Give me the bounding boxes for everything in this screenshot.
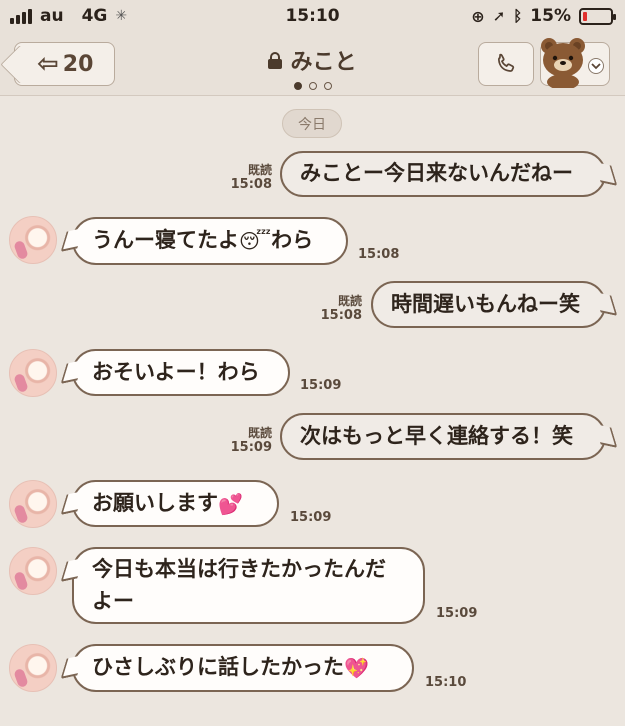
message-text: ひさしぶりに話したかった — [92, 655, 344, 680]
message-bubble-received[interactable]: 今日も本当は行きたかったんだよー — [72, 547, 425, 624]
message-text: 次はもっと早く連絡する！笑 — [300, 423, 573, 448]
rotation-lock-icon: ⊕ — [471, 6, 485, 26]
message-time: 15:09 — [436, 606, 478, 621]
chat-title[interactable]: みこと — [268, 44, 357, 76]
message-time: 15:08 — [358, 247, 400, 262]
phone-icon — [497, 53, 515, 72]
message-text: おそいよー！わら — [92, 359, 260, 384]
avatar[interactable] — [9, 547, 57, 595]
message-bubble-received[interactable]: うんー寝てたよ 😴 わら — [72, 217, 348, 265]
message-time: 15:09 — [300, 378, 342, 393]
date-separator: 今日 — [282, 109, 342, 138]
message-text: 今日も本当は行きたかったんだよー — [92, 557, 386, 613]
avatar[interactable] — [9, 216, 57, 264]
message-bubble-received[interactable]: お願いします 💕 — [72, 480, 279, 527]
avatar[interactable] — [9, 480, 57, 528]
read-receipt: 既読 — [247, 426, 272, 440]
page-dot — [323, 82, 332, 90]
message-text-after: わら — [271, 228, 314, 253]
bluetooth-icon: ᛒ — [513, 7, 523, 25]
status-bar: au 4G ✳ 15:10 ⊕ ➚ ᛒ 15% — [0, 0, 625, 34]
sleeping-face-emoji: 😴 — [239, 229, 272, 253]
message-time: 15:09 — [230, 440, 272, 456]
avatar[interactable] — [9, 644, 57, 692]
message-meta: 既読 15:08 — [228, 163, 272, 193]
chevron-down-icon — [588, 58, 604, 74]
message-time: 15:10 — [425, 675, 467, 690]
message-text: うんー寝てたよ — [92, 228, 239, 253]
lock-icon — [268, 52, 283, 69]
call-button[interactable] — [478, 42, 534, 86]
read-receipt: 既読 — [247, 163, 272, 177]
location-icon: ➚ — [492, 7, 506, 25]
message-bubble-sent[interactable]: 次はもっと早く連絡する！笑 — [280, 413, 606, 460]
message-time: 15:08 — [230, 177, 272, 193]
message-bubble-received[interactable]: おそいよー！わら — [72, 349, 290, 396]
message-meta: 既読 15:09 — [228, 426, 272, 456]
brown-bear-icon — [541, 38, 585, 88]
battery-percent: 15% — [530, 6, 571, 26]
message-bubble-received[interactable]: ひさしぶりに話したかった 💖 — [72, 644, 414, 692]
message-time: 15:09 — [290, 510, 332, 525]
message-bubble-sent[interactable]: 時間遅いもんねー笑 — [371, 281, 606, 328]
message-meta: 既読 15:08 — [318, 294, 362, 324]
page-dot — [308, 82, 317, 90]
page-dot — [293, 82, 302, 90]
message-time: 15:08 — [320, 308, 362, 324]
sparkling-heart-emoji: 💖 — [344, 656, 369, 680]
read-receipt: 既読 — [337, 294, 362, 308]
chat-header: ⇦ 20 みこと — [0, 34, 625, 96]
avatar[interactable] — [9, 349, 57, 397]
battery-icon — [579, 7, 616, 25]
two-hearts-emoji: 💕 — [218, 491, 243, 516]
message-bubble-sent[interactable]: みことー今日来ないんだねー — [280, 151, 606, 197]
message-text: 時間遅いもんねー笑 — [391, 291, 580, 316]
message-text: みことー今日来ないんだねー — [300, 161, 573, 186]
message-text: お願いします — [92, 490, 218, 515]
chat-title-text: みこと — [290, 50, 357, 75]
